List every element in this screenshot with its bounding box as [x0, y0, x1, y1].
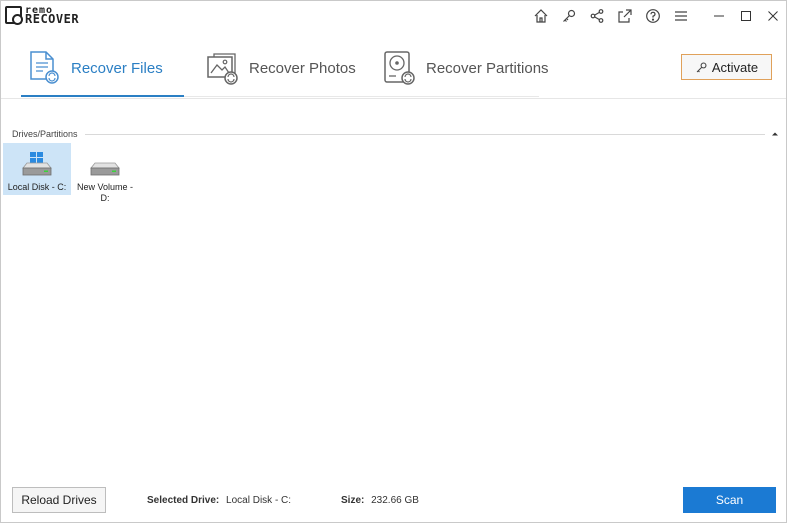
size-value: 232.66 GB — [371, 495, 419, 506]
reload-drives-label: Reload Drives — [21, 493, 97, 507]
external-link-icon[interactable] — [611, 4, 639, 28]
menu-icon[interactable] — [667, 4, 695, 28]
tab-recover-files[interactable]: Recover Files — [27, 39, 163, 97]
share-icon[interactable] — [583, 4, 611, 28]
app-window: remo RECOVER Recover Files Recover Photo… — [0, 0, 787, 523]
maximize-button[interactable] — [732, 4, 759, 28]
selected-drive-info: Selected Drive: Local Disk - C: — [147, 495, 291, 506]
selected-drive-label: Selected Drive: — [147, 495, 220, 506]
active-tab-indicator — [21, 95, 184, 97]
drive-size-info: Size: 232.66 GB — [341, 495, 419, 506]
activate-label: Activate — [711, 59, 759, 75]
tab-divider — [184, 96, 539, 97]
key-icon[interactable] — [555, 4, 583, 28]
scan-button[interactable]: Scan — [683, 487, 776, 513]
recover-partitions-icon — [384, 51, 415, 85]
close-icon — [767, 11, 778, 21]
tab-recover-photos[interactable]: Recover Photos — [205, 39, 356, 97]
app-logo: remo RECOVER — [5, 6, 80, 26]
drive-item-local-disk-c[interactable]: Local Disk - C: — [3, 143, 71, 195]
close-button[interactable] — [759, 4, 786, 28]
title-bar: remo RECOVER — [1, 1, 786, 31]
tab-recover-partitions-label: Recover Partitions — [426, 59, 549, 77]
drive-item-new-volume-d[interactable]: New Volume - D: — [71, 143, 139, 207]
minimize-button[interactable] — [705, 4, 732, 28]
recover-files-icon — [30, 51, 59, 84]
tab-recover-files-label: Recover Files — [71, 59, 163, 77]
drive-icon — [90, 162, 120, 176]
tab-recover-photos-label: Recover Photos — [249, 59, 356, 77]
scan-label: Scan — [715, 493, 744, 507]
windows-drive-icon — [22, 152, 52, 176]
maximize-icon — [740, 11, 751, 21]
home-icon[interactable] — [527, 4, 555, 28]
size-label: Size: — [341, 495, 365, 506]
toolbar-icons — [527, 4, 786, 28]
drives-section-title: Drives/Partitions — [12, 129, 78, 139]
logo-icon — [5, 6, 23, 25]
help-icon[interactable] — [639, 4, 667, 28]
reload-drives-button[interactable]: Reload Drives — [12, 487, 106, 513]
drive-label: New Volume - D: — [76, 182, 134, 203]
minimize-icon — [713, 15, 724, 17]
logo-text-bottom: RECOVER — [25, 12, 80, 26]
selected-drive-value: Local Disk - C: — [226, 495, 292, 506]
tab-bar: Recover Files Recover Photos Recover Par… — [1, 31, 786, 99]
recover-photos-icon — [207, 53, 238, 85]
section-divider — [85, 134, 765, 135]
key-icon — [696, 62, 707, 72]
drive-label: Local Disk - C: — [7, 182, 67, 192]
tab-recover-partitions[interactable]: Recover Partitions — [382, 39, 549, 97]
collapse-chevron-up-icon[interactable] — [770, 129, 780, 139]
activate-button[interactable]: Activate — [681, 54, 772, 80]
